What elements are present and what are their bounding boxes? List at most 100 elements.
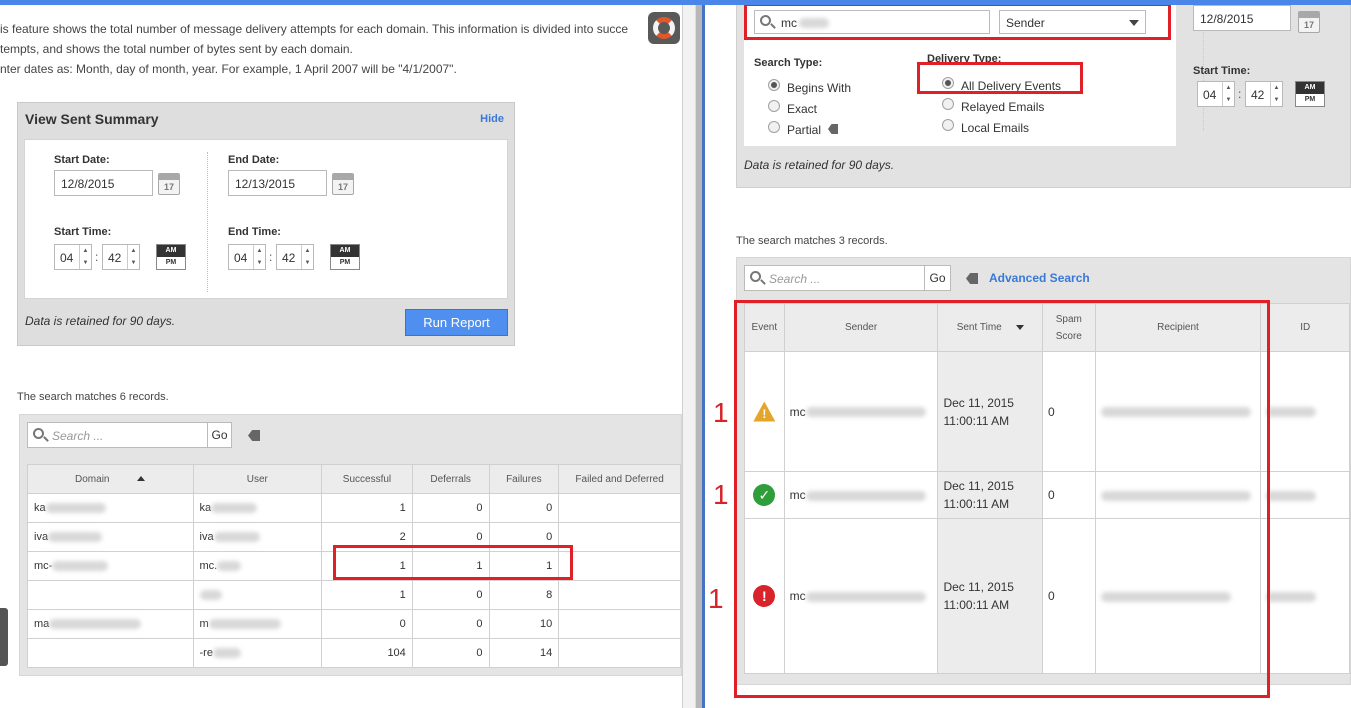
end-minute-stepper[interactable]: 42 ▲ ▼ (276, 244, 314, 270)
column-header-sent-time[interactable]: Sent Time (937, 303, 1043, 352)
table-row[interactable]: ! mc Dec 11, 2015 11:00:11 AM 0 (744, 518, 1350, 674)
am-pm-toggle[interactable]: AM PM (1295, 81, 1325, 107)
start-minute-stepper[interactable]: 42 ▲ ▼ (1245, 81, 1283, 107)
table-row[interactable]: -re 104 0 14 (27, 638, 681, 668)
column-header-successful[interactable]: Successful (321, 464, 413, 494)
failed-deferred-cell (558, 638, 681, 668)
end-date-calendar-icon[interactable]: 17 (332, 173, 354, 195)
spam-score-cell: 0 (1041, 471, 1096, 519)
message-results-panel: Search ... Go Advanced Search Event Send… (736, 257, 1351, 685)
spam-score-cell: 0 (1041, 351, 1096, 472)
start-date-input[interactable]: 12/8/2015 (54, 170, 153, 196)
failures-cell: 1 (488, 551, 560, 581)
results-search-input[interactable]: Search ... (27, 422, 208, 448)
column-header-deferrals[interactable]: Deferrals (411, 464, 490, 494)
start-time-label: Start Time: (54, 226, 112, 238)
table-row[interactable]: 1 0 8 (27, 580, 681, 610)
go-button[interactable]: Go (924, 265, 951, 291)
table-row[interactable]: ! mc Dec 11, 2015 11:00:11 AM 0 (744, 351, 1350, 472)
annotation-number: 1 (708, 583, 724, 614)
table-row[interactable]: mc- mc. 1 1 1 (27, 551, 681, 581)
search-criteria-form: mc Sender Search Type: Begins With Exact… (744, 5, 1176, 146)
clear-search-icon[interactable] (966, 273, 978, 284)
successful-cell: 104 (321, 638, 413, 668)
column-header-failures[interactable]: Failures (488, 464, 560, 494)
table-row[interactable]: iva iva 2 0 0 (27, 522, 681, 552)
successful-cell: 1 (321, 493, 413, 523)
end-date-input[interactable]: 12/13/2015 (228, 170, 327, 196)
start-date-calendar-icon[interactable]: 17 (158, 173, 180, 195)
help-lifebuoy-icon[interactable] (648, 12, 680, 44)
domain-table: Domain User Successful Deferrals Failure… (27, 464, 681, 668)
start-date-input[interactable]: 12/8/2015 (1193, 5, 1291, 31)
end-hour-stepper[interactable]: 04 ▲ ▼ (228, 244, 266, 270)
deferrals-cell: 0 (411, 522, 490, 552)
failed-deferred-cell (558, 551, 681, 581)
successful-cell: 2 (321, 522, 413, 552)
table-row[interactable]: ma m 0 0 10 (27, 609, 681, 639)
tag-icon (828, 124, 838, 134)
error-icon: ! (753, 585, 776, 607)
radio-exact[interactable] (768, 100, 780, 112)
advanced-search-link[interactable]: Advanced Search (989, 271, 1090, 285)
column-header-failed-deferred[interactable]: Failed and Deferred (558, 464, 681, 494)
radio-relayed-emails[interactable] (942, 98, 954, 110)
radio-begins-with[interactable] (768, 79, 780, 91)
column-header-spam-score[interactable]: Spam Score (1041, 303, 1096, 352)
panel-title: View Sent Summary (25, 111, 159, 127)
column-header-sender[interactable]: Sender (783, 303, 939, 352)
table-row[interactable]: ka ka 1 0 0 (27, 493, 681, 523)
side-widget-tab[interactable] (0, 608, 8, 666)
column-header-event[interactable]: Event (744, 303, 785, 352)
failures-cell: 0 (488, 522, 560, 552)
pane-divider[interactable] (682, 5, 696, 708)
option-exact: Exact (787, 102, 818, 116)
deferrals-cell: 1 (411, 551, 490, 581)
go-button[interactable]: Go (207, 422, 232, 448)
clear-search-icon[interactable] (248, 430, 260, 441)
radio-partial[interactable] (768, 121, 780, 133)
user-cell: iva (199, 531, 214, 543)
start-hour-stepper[interactable]: 04 ▲ ▼ (1197, 81, 1235, 107)
start-time-label: Start Time: (1193, 65, 1251, 77)
user-cell: m (199, 618, 209, 630)
column-header-recipient[interactable]: Recipient (1094, 303, 1262, 352)
search-field-select[interactable]: Sender (999, 10, 1146, 34)
domain-cell: mc- (34, 560, 53, 572)
user-cell: -re (199, 647, 213, 659)
radio-all-delivery-events[interactable] (942, 77, 954, 89)
success-check-icon: ✓ (753, 484, 776, 506)
successful-cell: 1 (321, 580, 413, 610)
view-sent-summary-panel: View Sent Summary Hide Start Date: 12/8/… (17, 102, 515, 346)
failed-deferred-cell (558, 493, 681, 523)
start-minute-stepper[interactable]: 42 ▲ ▼ (102, 244, 140, 270)
column-header-domain[interactable]: Domain (27, 464, 194, 494)
run-report-button[interactable]: Run Report (405, 309, 508, 336)
deferrals-cell: 0 (411, 638, 490, 668)
column-header-id[interactable]: ID (1260, 303, 1350, 352)
chevron-down-icon (1129, 20, 1139, 26)
sender-cell: mc (789, 589, 806, 603)
radio-local-emails[interactable] (942, 119, 954, 131)
end-am-pm-toggle[interactable]: AM PM (330, 244, 360, 270)
start-hour-stepper[interactable]: 04 ▲ ▼ (54, 244, 92, 270)
deferrals-cell: 0 (411, 580, 490, 610)
calendar-icon[interactable]: 17 (1298, 11, 1320, 33)
sender-cell: mc (789, 404, 806, 419)
table-row[interactable]: ✓ mc Dec 11, 2015 11:00:11 AM 0 (744, 471, 1350, 519)
sort-descending-icon (1015, 324, 1024, 330)
hide-link[interactable]: Hide (480, 113, 504, 125)
failures-cell: 14 (488, 638, 560, 668)
sender-search-input[interactable]: mc (754, 10, 990, 34)
results-search-input[interactable]: Search ... (744, 265, 925, 291)
message-search-pane: mc Sender Search Type: Begins With Exact… (705, 5, 1351, 708)
search-icon (750, 271, 761, 282)
successful-cell: 0 (321, 609, 413, 639)
end-time-label: End Time: (228, 226, 281, 238)
sent-time: 11:00:11 AM (943, 598, 1010, 612)
start-am-pm-toggle[interactable]: AM PM (156, 244, 186, 270)
intro-line-2: tempts, and shows the total number of by… (0, 42, 353, 56)
column-header-user[interactable]: User (192, 464, 323, 494)
option-local-emails: Local Emails (961, 121, 1030, 135)
failures-cell: 0 (488, 493, 560, 523)
